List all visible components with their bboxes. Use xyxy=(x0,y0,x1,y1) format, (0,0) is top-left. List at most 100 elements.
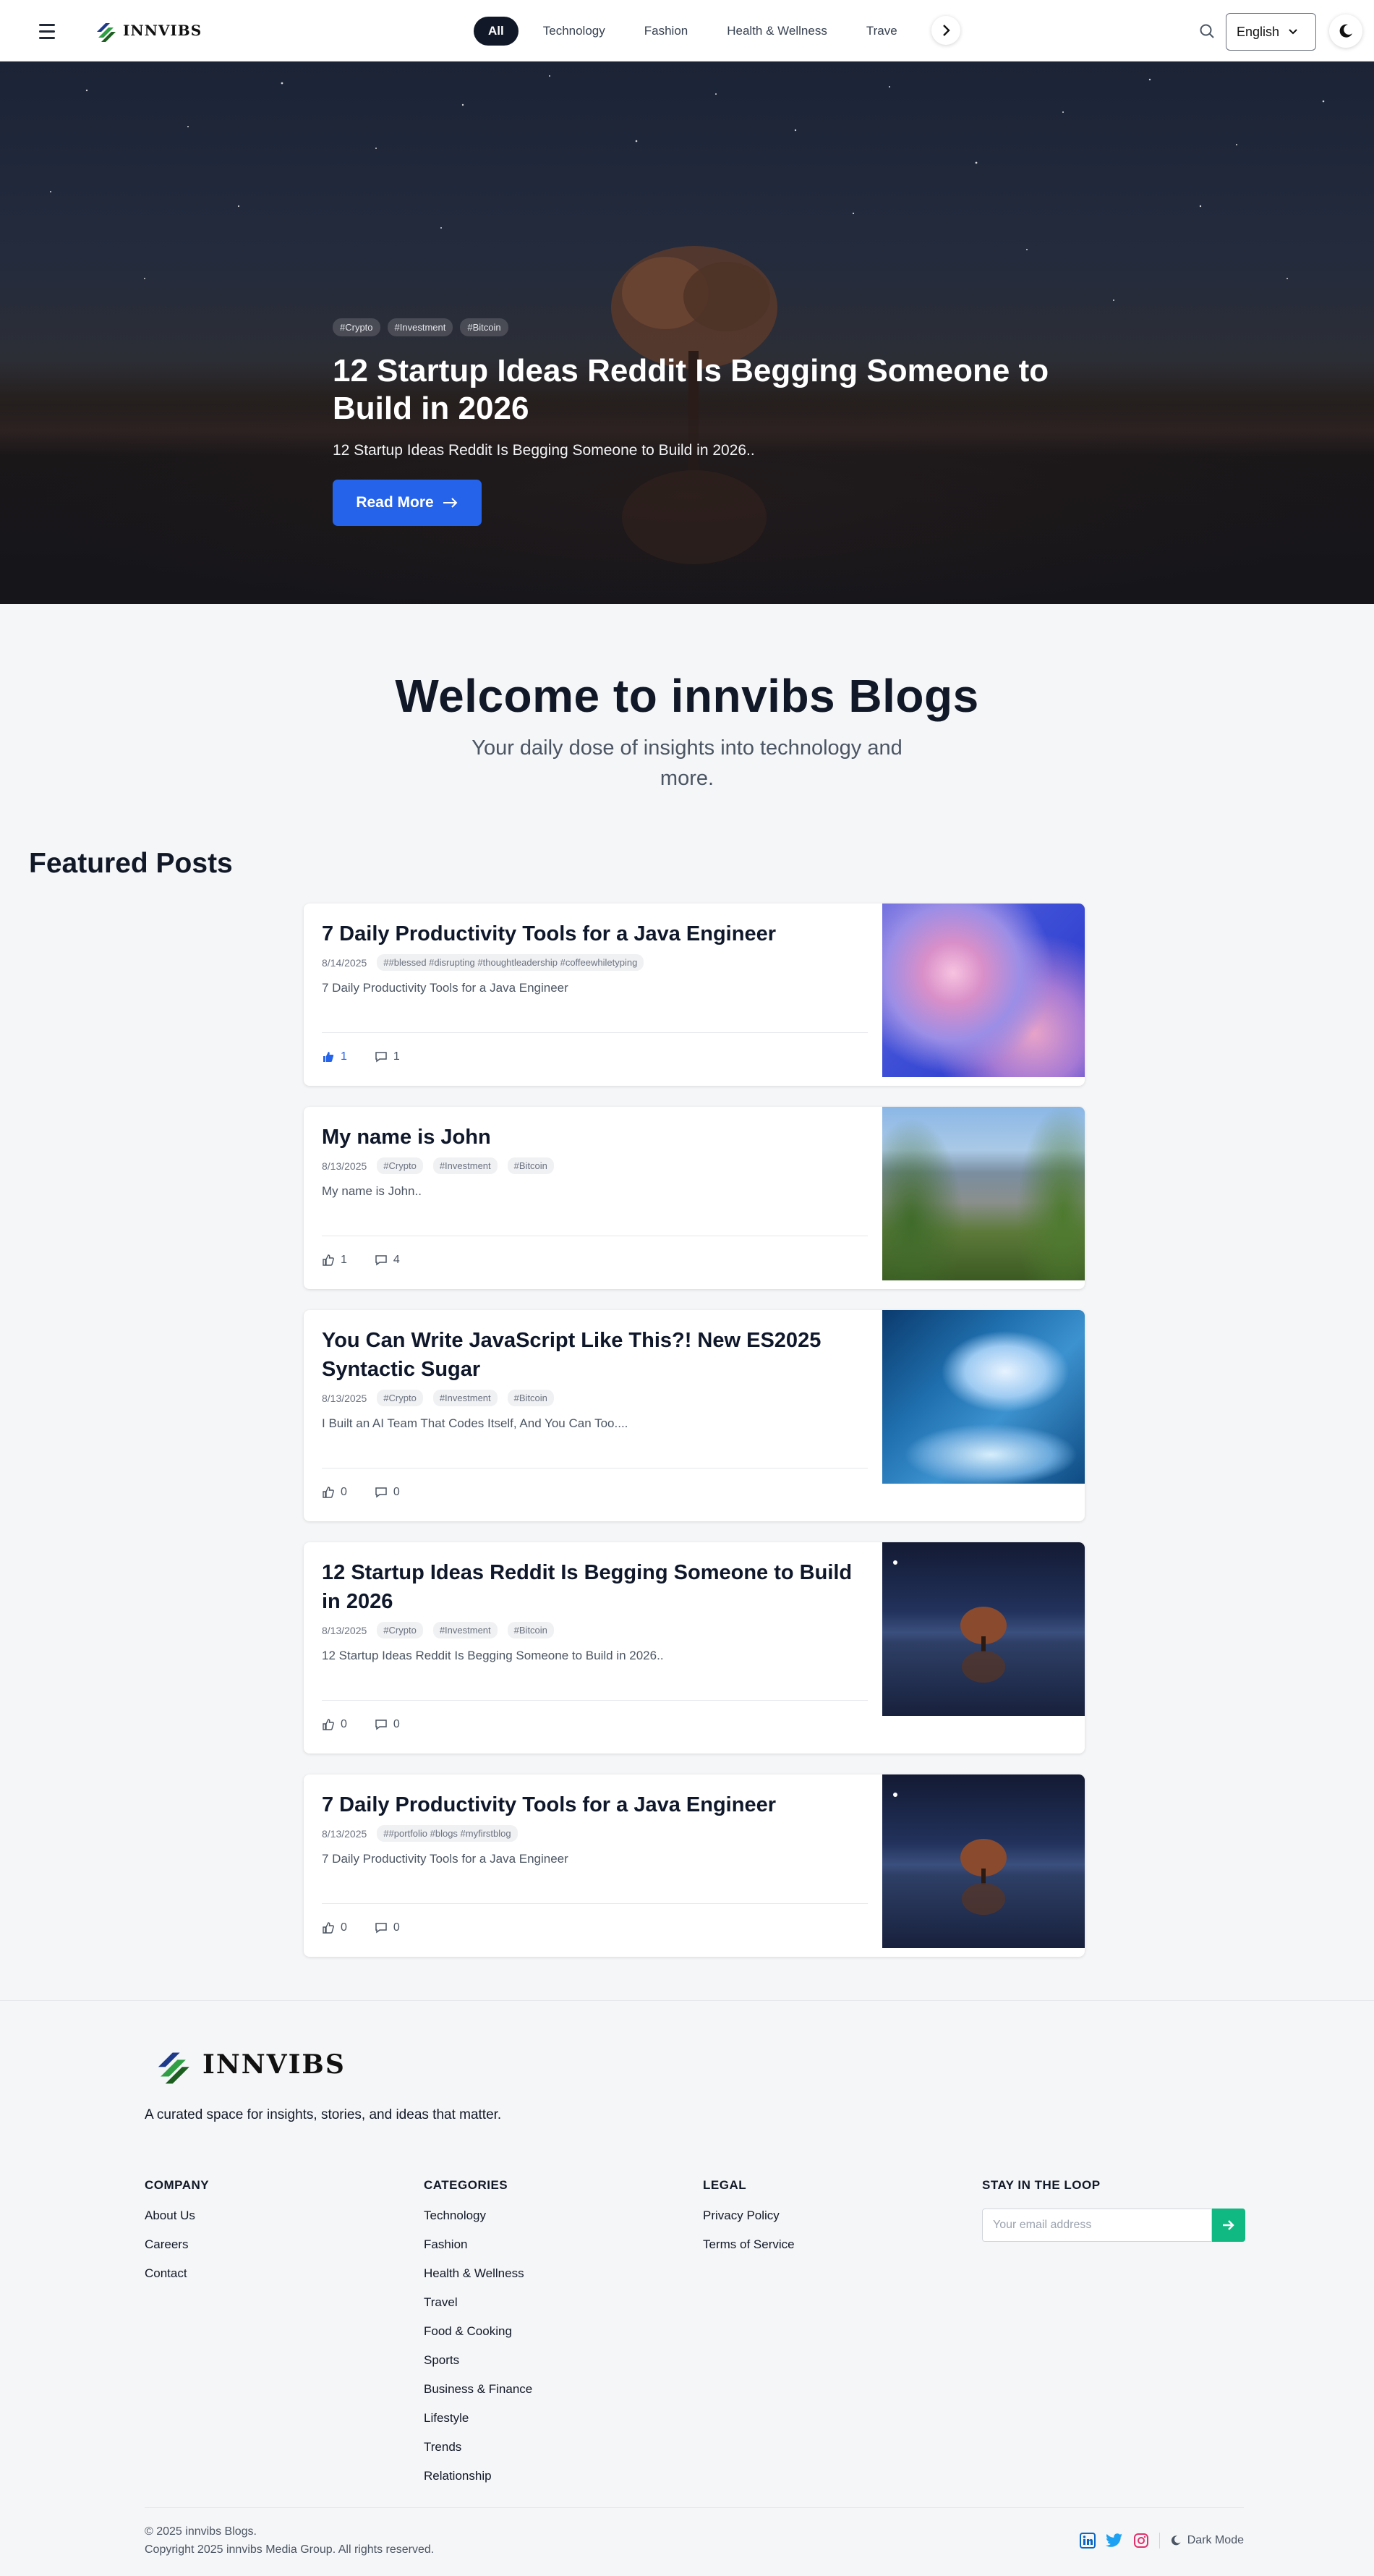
post-body: 7 Daily Productivity Tools for a Java En… xyxy=(322,1790,868,1866)
tab-all[interactable]: All xyxy=(474,17,519,46)
post-body: You Can Write JavaScript Like This?! New… xyxy=(322,1326,868,1431)
post-tag[interactable]: #Investment xyxy=(432,1390,498,1406)
hero-content: #Crypto #Investment #Bitcoin 12 Startup … xyxy=(333,318,1056,526)
post-excerpt: 12 Startup Ideas Reddit Is Begging Someo… xyxy=(322,1649,664,1662)
post-date: 8/13/2025 xyxy=(322,1160,367,1172)
thumbs-up-icon xyxy=(323,1922,334,1934)
footer-link-contact[interactable]: Contact xyxy=(145,2266,209,2295)
footer-link-travel[interactable]: Travel xyxy=(424,2295,532,2324)
hero-tag[interactable]: #Bitcoin xyxy=(460,318,508,336)
post-meta: 8/14/2025 ##blessed #disrupting #thought… xyxy=(322,954,868,971)
search-icon[interactable] xyxy=(1195,19,1219,43)
post-title[interactable]: 12 Startup Ideas Reddit Is Begging Someo… xyxy=(322,1558,868,1616)
language-select[interactable]: English xyxy=(1226,13,1316,51)
subscribe-button[interactable] xyxy=(1212,2209,1245,2242)
hamburger-menu-icon[interactable] xyxy=(35,20,59,42)
post-tag[interactable]: #Bitcoin xyxy=(507,1157,554,1174)
footer-link-trends[interactable]: Trends xyxy=(424,2440,532,2469)
post-tag[interactable]: #Bitcoin xyxy=(507,1622,554,1638)
post-card[interactable]: 7 Daily Productivity Tools for a Java En… xyxy=(304,1774,1085,1957)
instagram-icon[interactable] xyxy=(1133,2533,1149,2549)
post-tag[interactable]: #Investment xyxy=(432,1622,498,1638)
footer-link-relationship[interactable]: Relationship xyxy=(424,2469,532,2498)
hero-tag[interactable]: #Crypto xyxy=(333,318,380,336)
like-button[interactable]: 0 xyxy=(322,1486,347,1499)
like-button[interactable]: 1 xyxy=(322,1050,347,1063)
twitter-icon[interactable] xyxy=(1105,2533,1123,2548)
footer-link-lifestyle[interactable]: Lifestyle xyxy=(424,2411,532,2440)
like-button[interactable]: 0 xyxy=(322,1921,347,1934)
footer-logo[interactable]: INNVIBS xyxy=(152,2041,346,2088)
post-card[interactable]: 12 Startup Ideas Reddit Is Begging Someo… xyxy=(304,1542,1085,1754)
footer-company-column: COMPANY About Us Careers Contact xyxy=(145,2178,209,2295)
footer-categories-column: CATEGORIES Technology Fashion Health & W… xyxy=(424,2178,532,2498)
comment-button[interactable]: 0 xyxy=(375,1486,400,1499)
comment-button[interactable]: 0 xyxy=(375,1718,400,1731)
post-stats: 1 4 xyxy=(322,1236,868,1267)
post-card[interactable]: My name is John 8/13/2025 #Crypto #Inves… xyxy=(304,1107,1085,1289)
post-meta: 8/13/2025 #Crypto #Investment #Bitcoin xyxy=(322,1157,868,1174)
post-thumbnail-tree[interactable] xyxy=(882,1774,1085,1948)
hero-tags: #Crypto #Investment #Bitcoin xyxy=(333,318,1056,336)
footer-link-privacy-policy[interactable]: Privacy Policy xyxy=(703,2209,795,2237)
post-tag[interactable]: ##portfolio #blogs #myfirstblog xyxy=(377,1825,518,1842)
footer-link-food-cooking[interactable]: Food & Cooking xyxy=(424,2324,532,2353)
post-tag[interactable]: ##blessed #disrupting #thoughtleadership… xyxy=(377,954,644,971)
footer-link-terms-of-service[interactable]: Terms of Service xyxy=(703,2237,795,2266)
comment-button[interactable]: 1 xyxy=(375,1050,400,1063)
tab-technology[interactable]: Technology xyxy=(529,17,620,46)
comment-button[interactable]: 4 xyxy=(375,1254,400,1267)
comment-button[interactable]: 0 xyxy=(375,1921,400,1934)
post-stats: 0 0 xyxy=(322,1903,868,1934)
post-tag[interactable]: #Investment xyxy=(432,1157,498,1174)
post-tag[interactable]: #Crypto xyxy=(377,1622,423,1638)
site-logo[interactable]: INNVIBS xyxy=(94,14,202,46)
post-card[interactable]: 7 Daily Productivity Tools for a Java En… xyxy=(304,904,1085,1086)
footer-link-careers[interactable]: Careers xyxy=(145,2237,209,2266)
post-tag[interactable]: #Crypto xyxy=(377,1157,423,1174)
footer-link-about-us[interactable]: About Us xyxy=(145,2209,209,2237)
post-title[interactable]: 7 Daily Productivity Tools for a Java En… xyxy=(322,1790,868,1819)
footer-link-business-finance[interactable]: Business & Finance xyxy=(424,2382,532,2411)
thumbs-up-icon xyxy=(323,1254,334,1266)
post-excerpt: I Built an AI Team That Codes Itself, An… xyxy=(322,1416,628,1430)
logo-text: INNVIBS xyxy=(123,22,202,39)
like-button[interactable]: 0 xyxy=(322,1718,347,1731)
theme-toggle-moon-icon[interactable] xyxy=(1329,14,1362,48)
like-count: 0 xyxy=(341,1718,347,1730)
like-count: 1 xyxy=(341,1050,347,1063)
linkedin-icon[interactable] xyxy=(1079,2533,1096,2549)
footer-link-health-wellness[interactable]: Health & Wellness xyxy=(424,2266,532,2295)
email-input[interactable] xyxy=(982,2209,1212,2242)
tab-fashion[interactable]: Fashion xyxy=(630,17,702,46)
footer-link-fashion[interactable]: Fashion xyxy=(424,2237,532,2266)
tab-health-wellness[interactable]: Health & Wellness xyxy=(712,17,842,46)
footer-link-technology[interactable]: Technology xyxy=(424,2209,532,2237)
post-card[interactable]: You Can Write JavaScript Like This?! New… xyxy=(304,1310,1085,1521)
hero-tag[interactable]: #Investment xyxy=(387,318,453,336)
post-tag[interactable]: #Crypto xyxy=(377,1390,423,1406)
post-tag[interactable]: #Bitcoin xyxy=(507,1390,554,1406)
tab-travel[interactable]: Trave xyxy=(852,17,912,46)
post-thumbnail-ice-cave[interactable] xyxy=(882,1310,1085,1484)
welcome-title: Welcome to innvibs Blogs xyxy=(395,670,979,722)
footer-bottom-bar: © 2025 innvibs Blogs. Copyright 2025 inn… xyxy=(145,2507,1244,2559)
post-thumbnail-canyon[interactable] xyxy=(882,1107,1085,1280)
post-body: 7 Daily Productivity Tools for a Java En… xyxy=(322,919,868,995)
read-more-button[interactable]: Read More xyxy=(333,480,482,526)
dark-mode-label: Dark Mode xyxy=(1187,2534,1244,2546)
post-thumbnail-tree[interactable] xyxy=(882,1542,1085,1716)
post-title[interactable]: You Can Write JavaScript Like This?! New… xyxy=(322,1326,868,1384)
post-date: 8/14/2025 xyxy=(322,956,367,969)
post-title[interactable]: My name is John xyxy=(322,1123,868,1152)
comment-icon xyxy=(375,1720,387,1730)
like-button[interactable]: 1 xyxy=(322,1254,347,1267)
chevron-right-icon[interactable] xyxy=(931,16,960,45)
dark-mode-toggle[interactable]: Dark Mode xyxy=(1170,2534,1244,2547)
comment-count: 0 xyxy=(393,1921,400,1934)
post-thumbnail-cloud[interactable] xyxy=(882,904,1085,1077)
footer-link-sports[interactable]: Sports xyxy=(424,2353,532,2382)
hero-title[interactable]: 12 Startup Ideas Reddit Is Begging Someo… xyxy=(333,352,1056,428)
comment-count: 1 xyxy=(393,1050,400,1063)
post-title[interactable]: 7 Daily Productivity Tools for a Java En… xyxy=(322,919,868,948)
